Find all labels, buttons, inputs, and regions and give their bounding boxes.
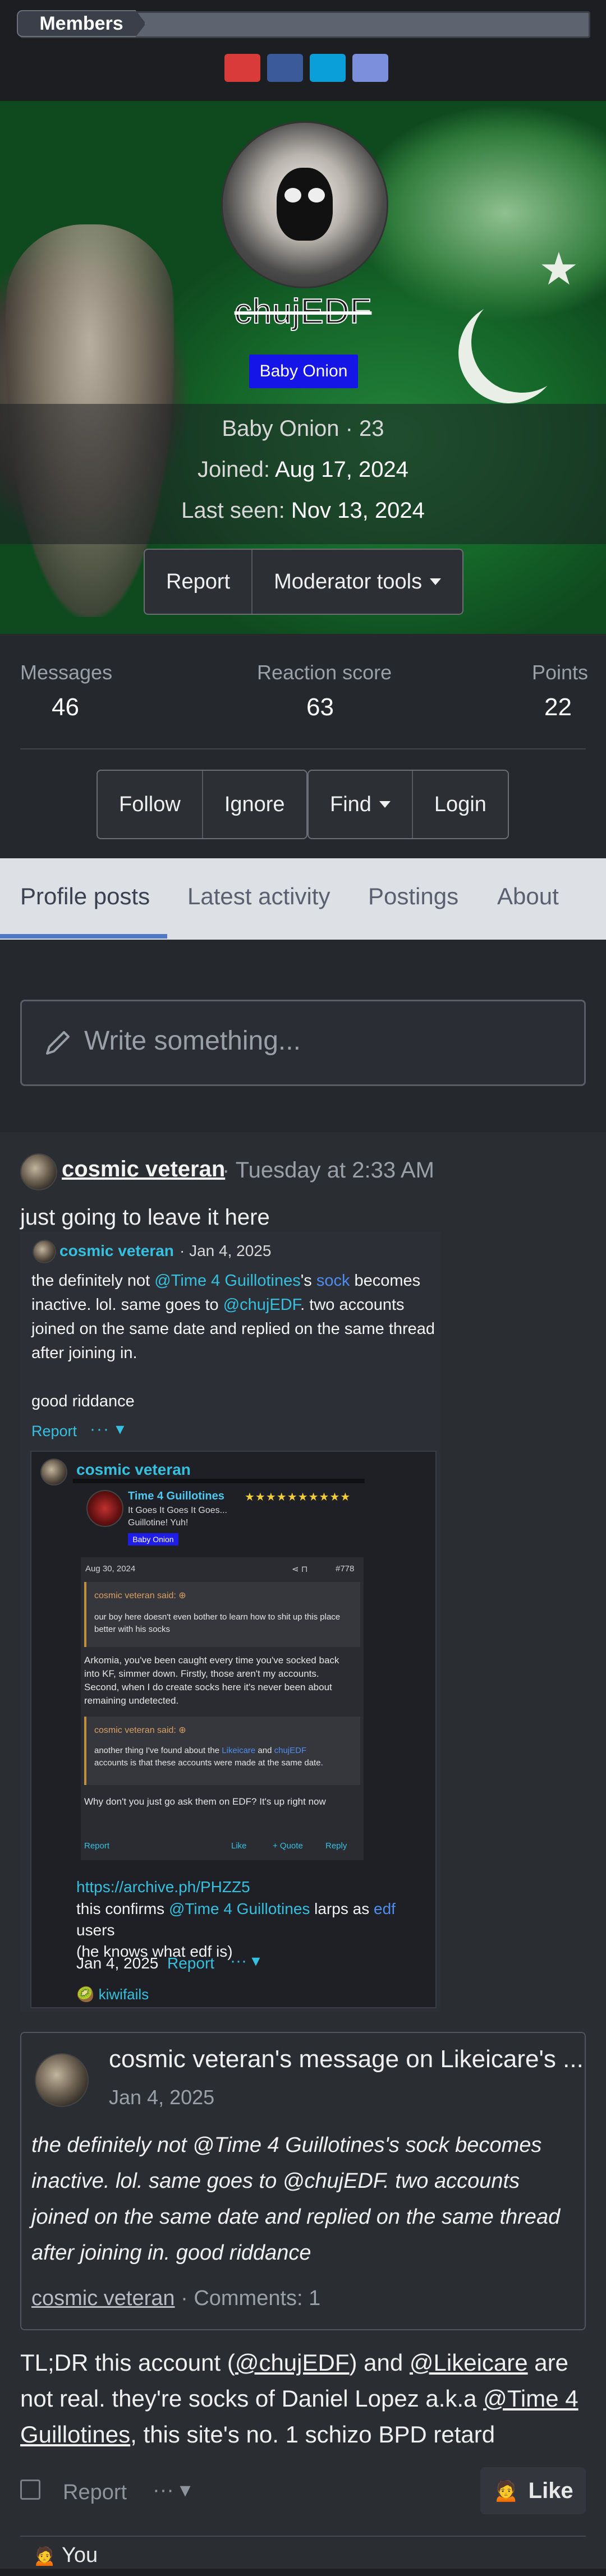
tab-postings[interactable]: Postings bbox=[368, 883, 458, 910]
login-button[interactable]: Login bbox=[413, 771, 508, 838]
inner-quote: + Quote bbox=[273, 1841, 303, 1851]
inner-reply: Reply bbox=[325, 1841, 347, 1851]
inner-quote-text: another thing I've found about the Likei… bbox=[94, 1746, 323, 1768]
inner-post-number: #778 bbox=[336, 1564, 355, 1574]
mention-link[interactable]: @Likeicare bbox=[410, 2349, 528, 2376]
mention-link[interactable]: @Time 4 Guillotines bbox=[154, 1272, 300, 1290]
share-twitter-icon[interactable] bbox=[310, 54, 346, 82]
share-email-icon[interactable] bbox=[352, 54, 388, 82]
inner-like: Like bbox=[231, 1841, 247, 1851]
follow-group: Follow Ignore bbox=[97, 770, 307, 839]
user-banner: Baby Onion bbox=[249, 355, 358, 388]
like-button[interactable]: 🙍 Like bbox=[480, 2467, 586, 2514]
select-post-checkbox[interactable] bbox=[20, 2480, 40, 2500]
embed-author[interactable]: cosmic veteran bbox=[59, 1242, 174, 1260]
embed-more-menu[interactable]: ··· ▾ bbox=[90, 1419, 125, 1439]
post-text: TL;DR this account (@chujEDF) and @Likei… bbox=[20, 2349, 579, 2448]
share-reddit-icon[interactable] bbox=[224, 54, 260, 82]
mention-link[interactable]: @chujEDF bbox=[235, 2349, 350, 2376]
inner-reply-text: Why don't you just go ask them on EDF? I… bbox=[84, 1796, 326, 1807]
ignore-button[interactable]: Ignore bbox=[203, 771, 306, 838]
mention-link[interactable]: @chujEDF bbox=[223, 1296, 300, 1314]
inner-date: Aug 30, 2024 bbox=[85, 1564, 136, 1574]
profile-action-group: Report Moderator tools bbox=[144, 549, 464, 615]
card-footer: cosmic veteran · Comments: 1 bbox=[31, 2287, 321, 2310]
inner-report: Report bbox=[84, 1841, 110, 1851]
embed-report-link[interactable]: Report bbox=[31, 1423, 77, 1440]
kiwi-icon: 🥝 bbox=[76, 1986, 95, 2003]
reaction-value: 63 bbox=[306, 693, 334, 721]
like-icon: 🙍 bbox=[493, 2479, 520, 2503]
quoted-user-title: It Goes It Goes It Goes... Guillotine! Yu… bbox=[128, 1506, 227, 1528]
cover-star-icon: ★ bbox=[539, 244, 579, 294]
reaction-label: Reaction score bbox=[257, 661, 392, 684]
points-value: 22 bbox=[544, 693, 572, 721]
divider bbox=[73, 1479, 365, 1483]
messages-label: Messages bbox=[20, 661, 113, 684]
chevron-down-icon bbox=[430, 578, 442, 585]
sock-link[interactable]: sock bbox=[316, 1272, 350, 1290]
profile-avatar[interactable] bbox=[221, 121, 388, 288]
card-author-link[interactable]: cosmic veteran bbox=[31, 2287, 175, 2310]
post-report-link[interactable]: Report bbox=[63, 2481, 127, 2505]
messages-value: 46 bbox=[52, 693, 79, 721]
avatar[interactable] bbox=[20, 1153, 57, 1190]
card-title[interactable]: cosmic veteran's message on Likeicare's … bbox=[109, 2045, 584, 2073]
quote-attribution: cosmic veteran said: ⊕ bbox=[94, 1591, 186, 1600]
kiwifails-reaction[interactable]: 🥝 kiwifails bbox=[76, 1986, 149, 2003]
reactions-row bbox=[20, 2536, 586, 2576]
card-excerpt: the definitely not @Time 4 Guillotines's… bbox=[31, 2133, 561, 2265]
find-button[interactable]: Find bbox=[309, 771, 413, 838]
post-timestamp[interactable]: · Tuesday at 2:33 AM bbox=[222, 1158, 434, 1183]
avatar bbox=[35, 2053, 89, 2107]
quoted-user-name[interactable]: Time 4 Guillotines bbox=[128, 1490, 224, 1503]
star-rating: ★★★★★★★★★★ bbox=[245, 1491, 351, 1503]
embed-date: · Jan 4, 2025 bbox=[180, 1242, 272, 1259]
share-icon: ⋖ ⊓ bbox=[292, 1565, 308, 1574]
profile-username: chujEDF bbox=[234, 292, 372, 332]
archive-link[interactable]: https://archive.ph/PHZZ5 bbox=[76, 1878, 250, 1896]
pencil-icon bbox=[46, 1031, 70, 1055]
mention-link[interactable]: @Time 4 Guillotines bbox=[169, 1900, 310, 1917]
tab-latest-activity[interactable]: Latest activity bbox=[187, 883, 330, 910]
reaction-you[interactable]: You bbox=[62, 2543, 98, 2568]
tab-about[interactable]: About bbox=[497, 883, 559, 910]
points-label: Points bbox=[532, 661, 589, 684]
moderator-tools-button[interactable]: Moderator tools bbox=[252, 550, 462, 614]
avatar[interactable] bbox=[33, 1240, 56, 1263]
tab-profile-posts[interactable]: Profile posts bbox=[20, 883, 150, 910]
user-title-line: Baby Onion · 23 bbox=[222, 416, 384, 441]
stats-divider bbox=[20, 748, 586, 749]
avatar[interactable] bbox=[86, 1490, 123, 1527]
chevron-down-icon bbox=[379, 801, 391, 808]
card-date: Jan 4, 2025 bbox=[109, 2086, 215, 2109]
quoted-user-banner: Baby Onion bbox=[128, 1533, 178, 1545]
post-intro: just going to leave it here bbox=[20, 1205, 270, 1230]
find-group: Find Login bbox=[307, 770, 509, 839]
post-author-link[interactable]: cosmic veteran bbox=[62, 1157, 225, 1182]
avatar[interactable] bbox=[40, 1459, 67, 1485]
follow-button[interactable]: Follow bbox=[98, 771, 203, 838]
quote-attribution: cosmic veteran said: ⊕ bbox=[94, 1726, 186, 1735]
breadcrumb-members[interactable]: Members bbox=[17, 10, 146, 37]
embed-text: the definitely not @Time 4 Guillotines's… bbox=[31, 1272, 435, 1410]
composer-placeholder: Write something... bbox=[84, 1026, 301, 1056]
post-more-menu[interactable]: ··· ▾ bbox=[153, 2477, 191, 2503]
joined-line: Joined: Aug 17, 2024 bbox=[198, 457, 408, 482]
share-facebook-icon[interactable] bbox=[267, 54, 303, 82]
nested-date: Jan 4, 2025 bbox=[76, 1954, 159, 1972]
nested-more-menu[interactable]: ··· ▾ bbox=[230, 1951, 260, 1971]
active-tab-indicator bbox=[0, 934, 167, 939]
inner-quote-text: our boy here doesn't even bother to lear… bbox=[94, 1612, 341, 1634]
report-button[interactable]: Report bbox=[145, 550, 253, 614]
inner-reply-text: Arkomia, you've been caught every time y… bbox=[84, 1655, 339, 1706]
reaction-icon: 🙍 bbox=[33, 2545, 57, 2566]
nested-report-link[interactable]: Report bbox=[167, 1954, 214, 1972]
nested-author[interactable]: cosmic veteran bbox=[76, 1461, 191, 1479]
edf-link[interactable]: edf bbox=[374, 1900, 396, 1917]
last-seen-line: Last seen: Nov 13, 2024 bbox=[181, 498, 425, 523]
breadcrumb-label: Members bbox=[39, 12, 123, 34]
